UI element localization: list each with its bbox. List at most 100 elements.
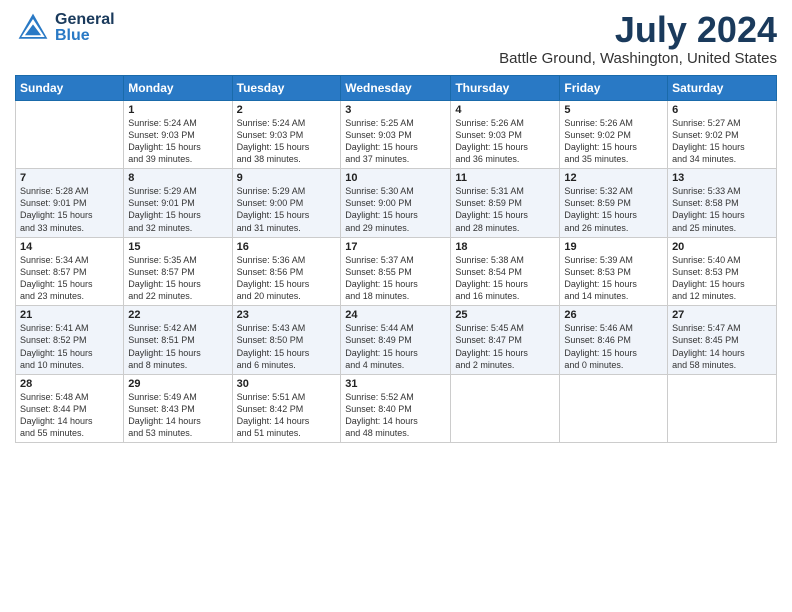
cell-content: Sunrise: 5:35 AM Sunset: 8:57 PM Dayligh…: [128, 254, 227, 303]
cell-content: Sunrise: 5:33 AM Sunset: 8:58 PM Dayligh…: [672, 185, 772, 234]
main-title: July 2024: [499, 10, 777, 50]
calendar-week-2: 7Sunrise: 5:28 AM Sunset: 9:01 PM Daylig…: [16, 169, 777, 238]
day-number: 3: [345, 104, 446, 116]
day-number: 8: [128, 172, 227, 184]
calendar-cell: 23Sunrise: 5:43 AM Sunset: 8:50 PM Dayli…: [232, 306, 341, 375]
cell-content: Sunrise: 5:49 AM Sunset: 8:43 PM Dayligh…: [128, 391, 227, 440]
cell-content: Sunrise: 5:47 AM Sunset: 8:45 PM Dayligh…: [672, 322, 772, 371]
day-number: 13: [672, 172, 772, 184]
day-number: 19: [564, 241, 663, 253]
cell-content: Sunrise: 5:28 AM Sunset: 9:01 PM Dayligh…: [20, 185, 119, 234]
day-number: 2: [237, 104, 337, 116]
day-number: 11: [455, 172, 555, 184]
cell-content: Sunrise: 5:45 AM Sunset: 8:47 PM Dayligh…: [455, 322, 555, 371]
calendar-cell: 9Sunrise: 5:29 AM Sunset: 9:00 PM Daylig…: [232, 169, 341, 238]
day-number: 6: [672, 104, 772, 116]
cell-content: Sunrise: 5:40 AM Sunset: 8:53 PM Dayligh…: [672, 254, 772, 303]
day-number: 31: [345, 378, 446, 390]
cell-content: Sunrise: 5:27 AM Sunset: 9:02 PM Dayligh…: [672, 117, 772, 166]
calendar-cell: 17Sunrise: 5:37 AM Sunset: 8:55 PM Dayli…: [341, 237, 451, 306]
day-number: 29: [128, 378, 227, 390]
logo-general-text: General: [55, 12, 115, 28]
calendar-cell: 10Sunrise: 5:30 AM Sunset: 9:00 PM Dayli…: [341, 169, 451, 238]
day-number: 28: [20, 378, 119, 390]
day-number: 12: [564, 172, 663, 184]
day-number: 24: [345, 309, 446, 321]
day-number: 9: [237, 172, 337, 184]
cell-content: Sunrise: 5:43 AM Sunset: 8:50 PM Dayligh…: [237, 322, 337, 371]
calendar-cell: [668, 374, 777, 443]
col-saturday: Saturday: [668, 75, 777, 100]
col-wednesday: Wednesday: [341, 75, 451, 100]
day-number: 4: [455, 104, 555, 116]
cell-content: Sunrise: 5:30 AM Sunset: 9:00 PM Dayligh…: [345, 185, 446, 234]
day-number: 23: [237, 309, 337, 321]
calendar-cell: 25Sunrise: 5:45 AM Sunset: 8:47 PM Dayli…: [451, 306, 560, 375]
calendar-cell: 12Sunrise: 5:32 AM Sunset: 8:59 PM Dayli…: [560, 169, 668, 238]
calendar-cell: [451, 374, 560, 443]
calendar-cell: 24Sunrise: 5:44 AM Sunset: 8:49 PM Dayli…: [341, 306, 451, 375]
calendar-cell: 29Sunrise: 5:49 AM Sunset: 8:43 PM Dayli…: [124, 374, 232, 443]
calendar-cell: 7Sunrise: 5:28 AM Sunset: 9:01 PM Daylig…: [16, 169, 124, 238]
calendar-cell: 3Sunrise: 5:25 AM Sunset: 9:03 PM Daylig…: [341, 100, 451, 169]
calendar-cell: 13Sunrise: 5:33 AM Sunset: 8:58 PM Dayli…: [668, 169, 777, 238]
calendar-cell: 15Sunrise: 5:35 AM Sunset: 8:57 PM Dayli…: [124, 237, 232, 306]
cell-content: Sunrise: 5:46 AM Sunset: 8:46 PM Dayligh…: [564, 322, 663, 371]
day-number: 14: [20, 241, 119, 253]
calendar-table: Sunday Monday Tuesday Wednesday Thursday…: [15, 75, 777, 444]
cell-content: Sunrise: 5:26 AM Sunset: 9:02 PM Dayligh…: [564, 117, 663, 166]
calendar-cell: 5Sunrise: 5:26 AM Sunset: 9:02 PM Daylig…: [560, 100, 668, 169]
day-number: 20: [672, 241, 772, 253]
calendar-cell: 26Sunrise: 5:46 AM Sunset: 8:46 PM Dayli…: [560, 306, 668, 375]
col-tuesday: Tuesday: [232, 75, 341, 100]
calendar-cell: 30Sunrise: 5:51 AM Sunset: 8:42 PM Dayli…: [232, 374, 341, 443]
cell-content: Sunrise: 5:31 AM Sunset: 8:59 PM Dayligh…: [455, 185, 555, 234]
col-thursday: Thursday: [451, 75, 560, 100]
page: General Blue July 2024 Battle Ground, Wa…: [0, 0, 792, 612]
cell-content: Sunrise: 5:39 AM Sunset: 8:53 PM Dayligh…: [564, 254, 663, 303]
cell-content: Sunrise: 5:41 AM Sunset: 8:52 PM Dayligh…: [20, 322, 119, 371]
cell-content: Sunrise: 5:52 AM Sunset: 8:40 PM Dayligh…: [345, 391, 446, 440]
cell-content: Sunrise: 5:38 AM Sunset: 8:54 PM Dayligh…: [455, 254, 555, 303]
calendar-cell: 11Sunrise: 5:31 AM Sunset: 8:59 PM Dayli…: [451, 169, 560, 238]
cell-content: Sunrise: 5:24 AM Sunset: 9:03 PM Dayligh…: [237, 117, 337, 166]
calendar-body: 1Sunrise: 5:24 AM Sunset: 9:03 PM Daylig…: [16, 100, 777, 443]
logo: General Blue: [15, 10, 115, 46]
day-number: 18: [455, 241, 555, 253]
cell-content: Sunrise: 5:26 AM Sunset: 9:03 PM Dayligh…: [455, 117, 555, 166]
calendar-cell: 22Sunrise: 5:42 AM Sunset: 8:51 PM Dayli…: [124, 306, 232, 375]
cell-content: Sunrise: 5:24 AM Sunset: 9:03 PM Dayligh…: [128, 117, 227, 166]
calendar-cell: 18Sunrise: 5:38 AM Sunset: 8:54 PM Dayli…: [451, 237, 560, 306]
calendar-cell: 19Sunrise: 5:39 AM Sunset: 8:53 PM Dayli…: [560, 237, 668, 306]
calendar-cell: 8Sunrise: 5:29 AM Sunset: 9:01 PM Daylig…: [124, 169, 232, 238]
cell-content: Sunrise: 5:25 AM Sunset: 9:03 PM Dayligh…: [345, 117, 446, 166]
calendar-cell: 2Sunrise: 5:24 AM Sunset: 9:03 PM Daylig…: [232, 100, 341, 169]
calendar-cell: 1Sunrise: 5:24 AM Sunset: 9:03 PM Daylig…: [124, 100, 232, 169]
header-row: Sunday Monday Tuesday Wednesday Thursday…: [16, 75, 777, 100]
calendar-cell: 31Sunrise: 5:52 AM Sunset: 8:40 PM Dayli…: [341, 374, 451, 443]
cell-content: Sunrise: 5:51 AM Sunset: 8:42 PM Dayligh…: [237, 391, 337, 440]
calendar-cell: 28Sunrise: 5:48 AM Sunset: 8:44 PM Dayli…: [16, 374, 124, 443]
day-number: 15: [128, 241, 227, 253]
calendar-header: Sunday Monday Tuesday Wednesday Thursday…: [16, 75, 777, 100]
calendar-cell: 21Sunrise: 5:41 AM Sunset: 8:52 PM Dayli…: [16, 306, 124, 375]
cell-content: Sunrise: 5:48 AM Sunset: 8:44 PM Dayligh…: [20, 391, 119, 440]
calendar-week-3: 14Sunrise: 5:34 AM Sunset: 8:57 PM Dayli…: [16, 237, 777, 306]
calendar-cell: 14Sunrise: 5:34 AM Sunset: 8:57 PM Dayli…: [16, 237, 124, 306]
calendar-cell: 4Sunrise: 5:26 AM Sunset: 9:03 PM Daylig…: [451, 100, 560, 169]
day-number: 16: [237, 241, 337, 253]
calendar-cell: [16, 100, 124, 169]
day-number: 5: [564, 104, 663, 116]
calendar-week-1: 1Sunrise: 5:24 AM Sunset: 9:03 PM Daylig…: [16, 100, 777, 169]
cell-content: Sunrise: 5:29 AM Sunset: 9:01 PM Dayligh…: [128, 185, 227, 234]
cell-content: Sunrise: 5:36 AM Sunset: 8:56 PM Dayligh…: [237, 254, 337, 303]
calendar-cell: 20Sunrise: 5:40 AM Sunset: 8:53 PM Dayli…: [668, 237, 777, 306]
cell-content: Sunrise: 5:42 AM Sunset: 8:51 PM Dayligh…: [128, 322, 227, 371]
col-friday: Friday: [560, 75, 668, 100]
logo-svg: [15, 10, 51, 46]
cell-content: Sunrise: 5:32 AM Sunset: 8:59 PM Dayligh…: [564, 185, 663, 234]
cell-content: Sunrise: 5:29 AM Sunset: 9:00 PM Dayligh…: [237, 185, 337, 234]
calendar-week-5: 28Sunrise: 5:48 AM Sunset: 8:44 PM Dayli…: [16, 374, 777, 443]
logo-label: General Blue: [55, 12, 115, 44]
day-number: 1: [128, 104, 227, 116]
